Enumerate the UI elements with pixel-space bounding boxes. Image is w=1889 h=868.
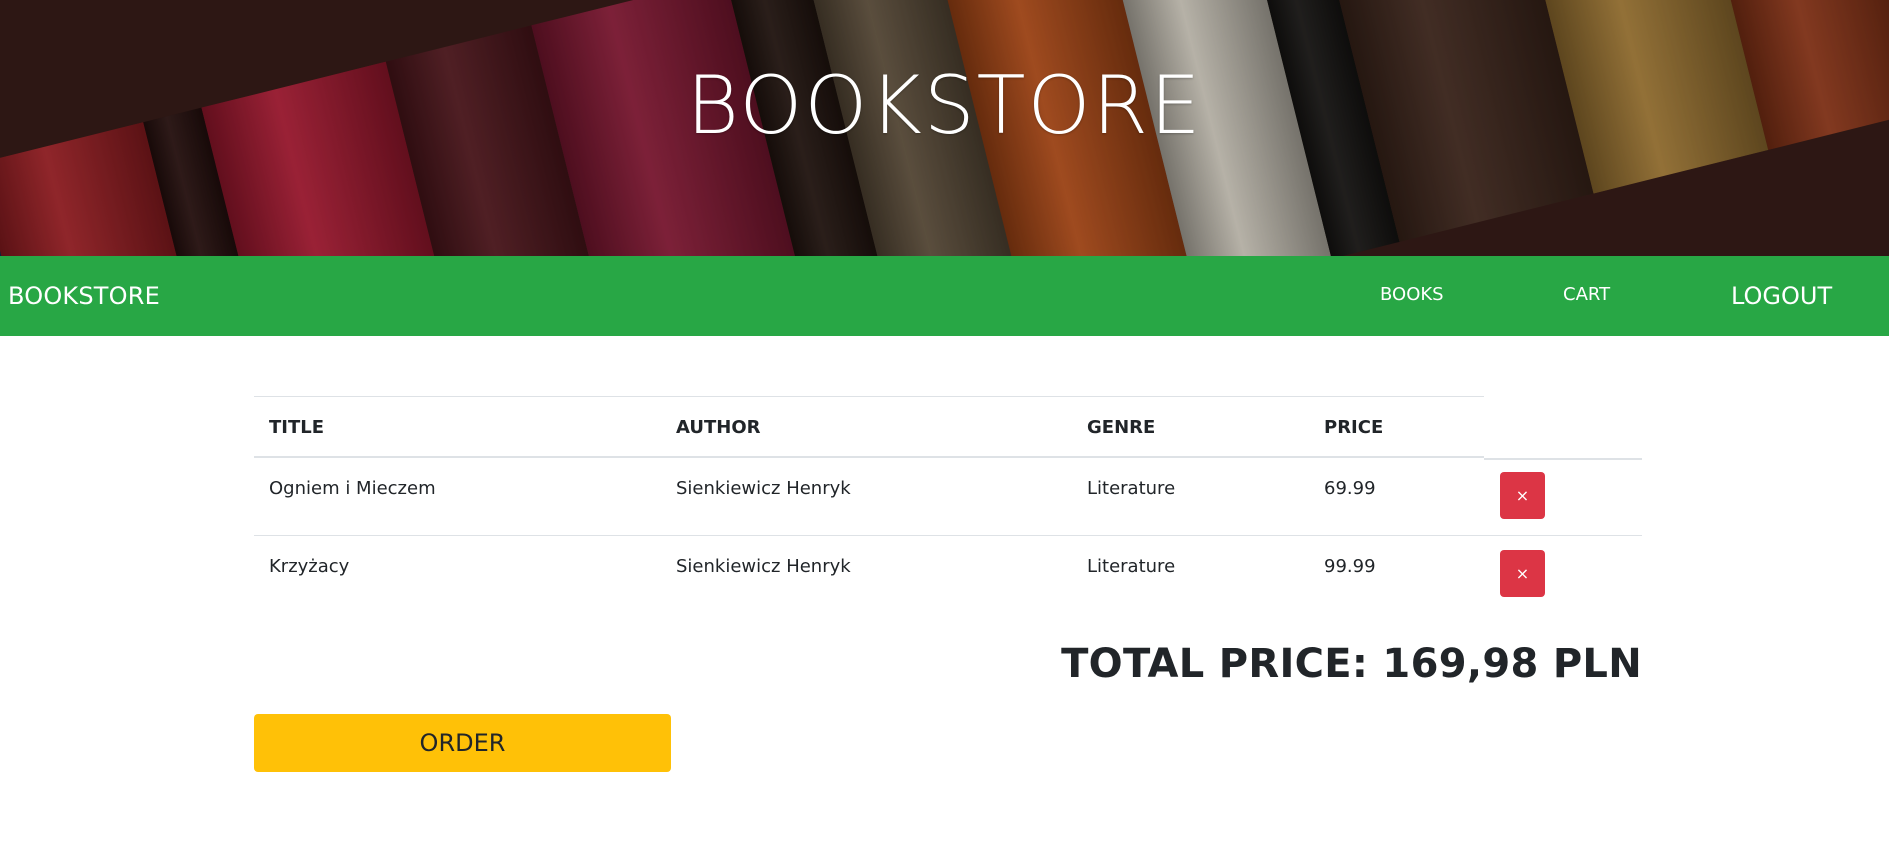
- table-header: TITLE AUTHOR GENRE PRICE: [254, 396, 1642, 460]
- hero-banner: BOOKSTORE: [0, 0, 1889, 256]
- nav-link-books[interactable]: BOOKS: [1380, 284, 1444, 305]
- remove-item-button[interactable]: ×: [1500, 472, 1545, 519]
- header-genre: GENRE: [1087, 417, 1156, 438]
- table-row: Ogniem i Mieczem Sienkiewicz Henryk Lite…: [254, 458, 1642, 536]
- hero-title: BOOKSTORE: [686, 59, 1203, 152]
- nav-link-logout[interactable]: LOGOUT: [1731, 282, 1832, 310]
- navbar: BOOKSTORE BOOKS CART LOGOUT: [0, 256, 1889, 336]
- order-button[interactable]: ORDER: [254, 714, 671, 772]
- close-icon: ×: [1515, 564, 1530, 583]
- cell-author: Sienkiewicz Henryk: [676, 478, 851, 499]
- header-price: PRICE: [1324, 417, 1384, 438]
- cell-price: 99.99: [1324, 556, 1376, 577]
- header-author: AUTHOR: [676, 417, 761, 438]
- cell-genre: Literature: [1087, 556, 1176, 577]
- cell-title: Krzyżacy: [269, 556, 350, 577]
- remove-item-button[interactable]: ×: [1500, 550, 1545, 597]
- close-icon: ×: [1515, 486, 1530, 505]
- cell-genre: Literature: [1087, 478, 1176, 499]
- nav-link-cart[interactable]: CART: [1563, 284, 1610, 305]
- navbar-brand[interactable]: BOOKSTORE: [8, 282, 160, 310]
- cart-table: TITLE AUTHOR GENRE PRICE Ogniem i Miecze…: [254, 396, 1642, 614]
- header-title: TITLE: [269, 417, 325, 438]
- cell-price: 69.99: [1324, 478, 1376, 499]
- table-row: Krzyżacy Sienkiewicz Henryk Literature 9…: [254, 536, 1642, 614]
- cell-author: Sienkiewicz Henryk: [676, 556, 851, 577]
- cell-title: Ogniem i Mieczem: [269, 478, 436, 499]
- total-price: TOTAL PRICE: 169,98 PLN: [1061, 641, 1642, 687]
